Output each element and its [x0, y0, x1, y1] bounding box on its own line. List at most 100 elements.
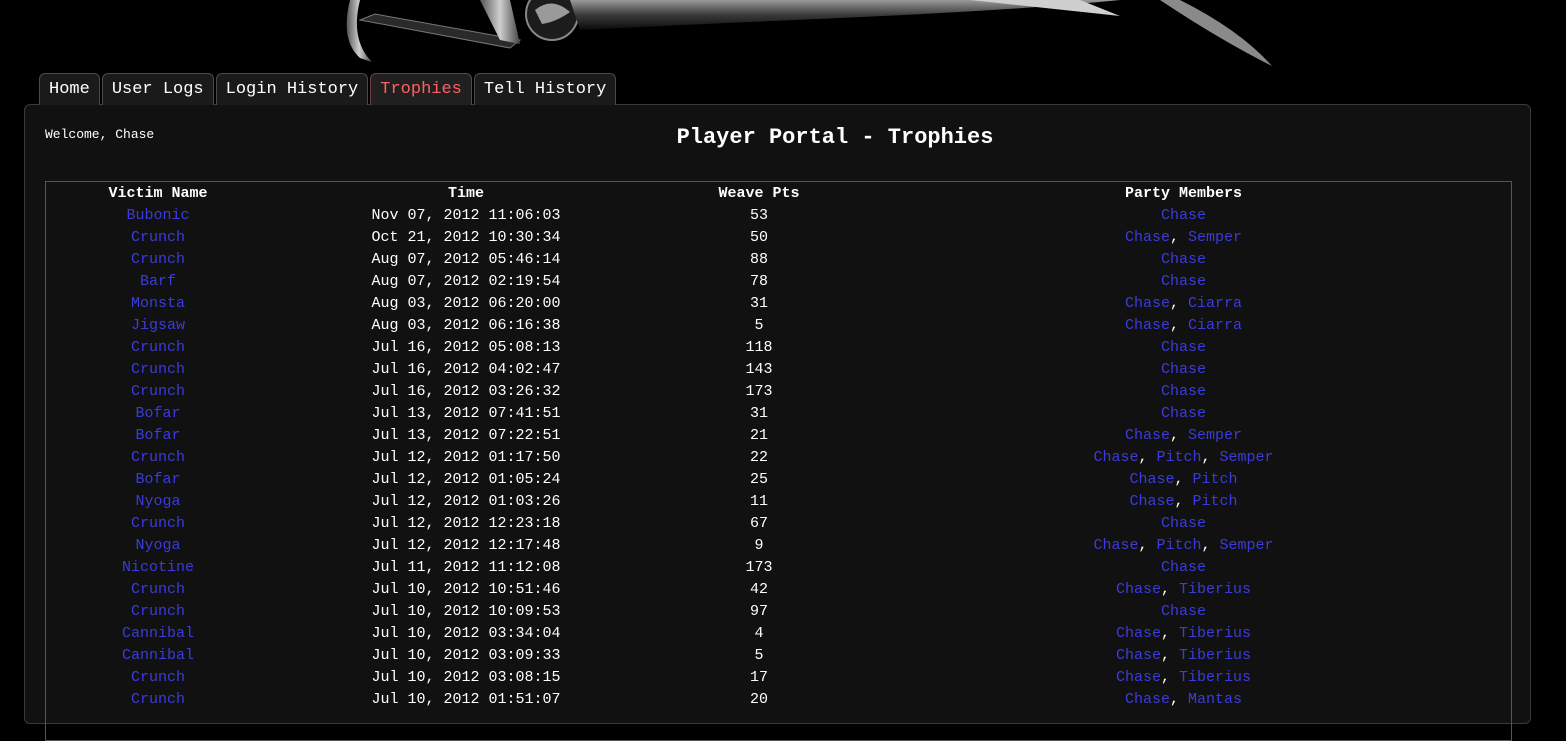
table-row: Crunch Jul 10, 2012 03:08:15 17 Chase, Tibe…	[46, 666, 1511, 688]
weave-pts-cell: 78	[749, 272, 768, 290]
party-member-link[interactable]: Chase	[1161, 207, 1206, 224]
party-separator: ,	[1169, 690, 1188, 708]
victim-link[interactable]: Crunch	[131, 691, 185, 708]
tab-tell-history[interactable]: Tell History	[473, 73, 617, 105]
party-member-link[interactable]: Tiberius	[1179, 669, 1251, 686]
victim-link[interactable]: Bubonic	[126, 207, 189, 224]
victim-link[interactable]: Cannibal	[122, 647, 194, 664]
party-member-link[interactable]: Semper	[1220, 449, 1274, 466]
victim-cell: Jigsaw	[46, 314, 270, 336]
table-row: Crunch Oct 21, 2012 10:30:34 50 Chase, Semp…	[46, 226, 1511, 248]
weave-pts-cell: 21	[749, 426, 768, 444]
party-member-link[interactable]: Chase	[1093, 537, 1138, 554]
party-member-link[interactable]: Chase	[1129, 493, 1174, 510]
victim-link[interactable]: Crunch	[131, 603, 185, 620]
party-member-link[interactable]: Chase	[1116, 669, 1161, 686]
party-member-link[interactable]: Chase	[1125, 317, 1170, 334]
party-member-link[interactable]: Chase	[1125, 691, 1170, 708]
party-members-cell: Chase, Pitch	[856, 490, 1511, 512]
party-member-link[interactable]: Pitch	[1193, 493, 1238, 510]
party-member-link[interactable]: Semper	[1220, 537, 1274, 554]
victim-link[interactable]: Crunch	[131, 361, 185, 378]
party-member-link[interactable]: Ciarra	[1188, 317, 1242, 334]
party-member-link[interactable]: Chase	[1161, 339, 1206, 356]
victim-link[interactable]: Bofar	[135, 471, 180, 488]
party-member-link[interactable]: Chase	[1161, 405, 1206, 422]
party-member-link[interactable]: Tiberius	[1179, 647, 1251, 664]
party-member-link[interactable]: Tiberius	[1179, 625, 1251, 642]
table-row: Bofar Jul 13, 2012 07:22:51 21 Chase, Sempe…	[46, 424, 1511, 446]
victim-link[interactable]: Cannibal	[122, 625, 194, 642]
time-cell: Jul 13, 2012 07:22:51	[371, 426, 561, 444]
victim-cell: Crunch	[46, 688, 270, 710]
time-cell: Jul 16, 2012 03:26:32	[371, 382, 561, 400]
weave-pts-cell: 31	[749, 294, 768, 312]
victim-link[interactable]: Crunch	[131, 515, 185, 532]
tab-trophies[interactable]: Trophies	[370, 73, 472, 105]
tab-login-history[interactable]: Login History	[215, 73, 369, 105]
party-members-cell: Chase, Tiberius	[856, 644, 1511, 666]
time-cell: Jul 12, 2012 01:17:50	[371, 448, 561, 466]
party-member-link[interactable]: Chase	[1161, 559, 1206, 576]
party-member-link[interactable]: Chase	[1093, 449, 1138, 466]
party-member-link[interactable]: Ciarra	[1188, 295, 1242, 312]
party-member-link[interactable]: Pitch	[1156, 537, 1201, 554]
party-separator: ,	[1160, 580, 1179, 598]
victim-link[interactable]: Crunch	[131, 581, 185, 598]
party-members-cell: Chase	[856, 358, 1511, 380]
weave-pts-cell: 5	[754, 646, 764, 664]
victim-cell: Nyoga	[46, 490, 270, 512]
victim-link[interactable]: Nyoga	[135, 537, 180, 554]
party-member-link[interactable]: Chase	[1161, 515, 1206, 532]
party-member-link[interactable]: Chase	[1161, 361, 1206, 378]
party-member-link[interactable]: Chase	[1125, 427, 1170, 444]
page-title: Player Portal - Trophies	[676, 125, 994, 150]
victim-link[interactable]: Crunch	[131, 251, 185, 268]
table-row: Crunch Jul 12, 2012 12:23:18 67 Chase	[46, 512, 1511, 534]
party-member-link[interactable]: Semper	[1188, 427, 1242, 444]
party-member-link[interactable]: Chase	[1116, 581, 1161, 598]
party-member-link[interactable]: Mantas	[1188, 691, 1242, 708]
victim-cell: Crunch	[46, 600, 270, 622]
party-member-link[interactable]: Semper	[1188, 229, 1242, 246]
table-row: Barf Aug 07, 2012 02:19:54 78 Chase	[46, 270, 1511, 292]
tab-user-logs[interactable]: User Logs	[101, 73, 214, 105]
party-member-link[interactable]: Chase	[1161, 273, 1206, 290]
victim-link[interactable]: Jigsaw	[131, 317, 185, 334]
party-members-cell: Chase	[856, 556, 1511, 578]
party-member-link[interactable]: Pitch	[1193, 471, 1238, 488]
party-member-link[interactable]: Chase	[1129, 471, 1174, 488]
victim-link[interactable]: Crunch	[131, 383, 185, 400]
weave-pts-cell: 31	[749, 404, 768, 422]
party-member-link[interactable]: Chase	[1116, 647, 1161, 664]
trophies-table-container: Victim Name Time Weave Pts Party Members…	[45, 181, 1512, 741]
sword-banner-image	[346, 0, 1272, 66]
table-header-row: Victim Name Time Weave Pts Party Members	[46, 182, 1511, 204]
victim-link[interactable]: Nyoga	[135, 493, 180, 510]
victim-link[interactable]: Nicotine	[122, 559, 194, 576]
header-victim-name: Victim Name	[108, 184, 208, 202]
party-member-link[interactable]: Chase	[1125, 295, 1170, 312]
victim-link[interactable]: Monsta	[131, 295, 185, 312]
weave-pts-cell: 173	[745, 558, 773, 576]
victim-link[interactable]: Bofar	[135, 427, 180, 444]
victim-cell: Crunch	[46, 512, 270, 534]
party-member-link[interactable]: Pitch	[1156, 449, 1201, 466]
party-member-link[interactable]: Chase	[1161, 603, 1206, 620]
time-cell: Jul 10, 2012 01:51:07	[371, 690, 561, 708]
party-member-link[interactable]: Chase	[1125, 229, 1170, 246]
victim-link[interactable]: Bofar	[135, 405, 180, 422]
weave-pts-cell: 143	[745, 360, 773, 378]
weave-pts-cell: 25	[749, 470, 768, 488]
party-member-link[interactable]: Tiberius	[1179, 581, 1251, 598]
victim-link[interactable]: Crunch	[131, 339, 185, 356]
victim-link[interactable]: Crunch	[131, 449, 185, 466]
tab-home[interactable]: Home	[39, 73, 100, 105]
time-cell: Jul 12, 2012 12:23:18	[371, 514, 561, 532]
victim-link[interactable]: Barf	[140, 273, 176, 290]
victim-link[interactable]: Crunch	[131, 229, 185, 246]
party-member-link[interactable]: Chase	[1161, 383, 1206, 400]
party-member-link[interactable]: Chase	[1116, 625, 1161, 642]
party-member-link[interactable]: Chase	[1161, 251, 1206, 268]
victim-link[interactable]: Crunch	[131, 669, 185, 686]
